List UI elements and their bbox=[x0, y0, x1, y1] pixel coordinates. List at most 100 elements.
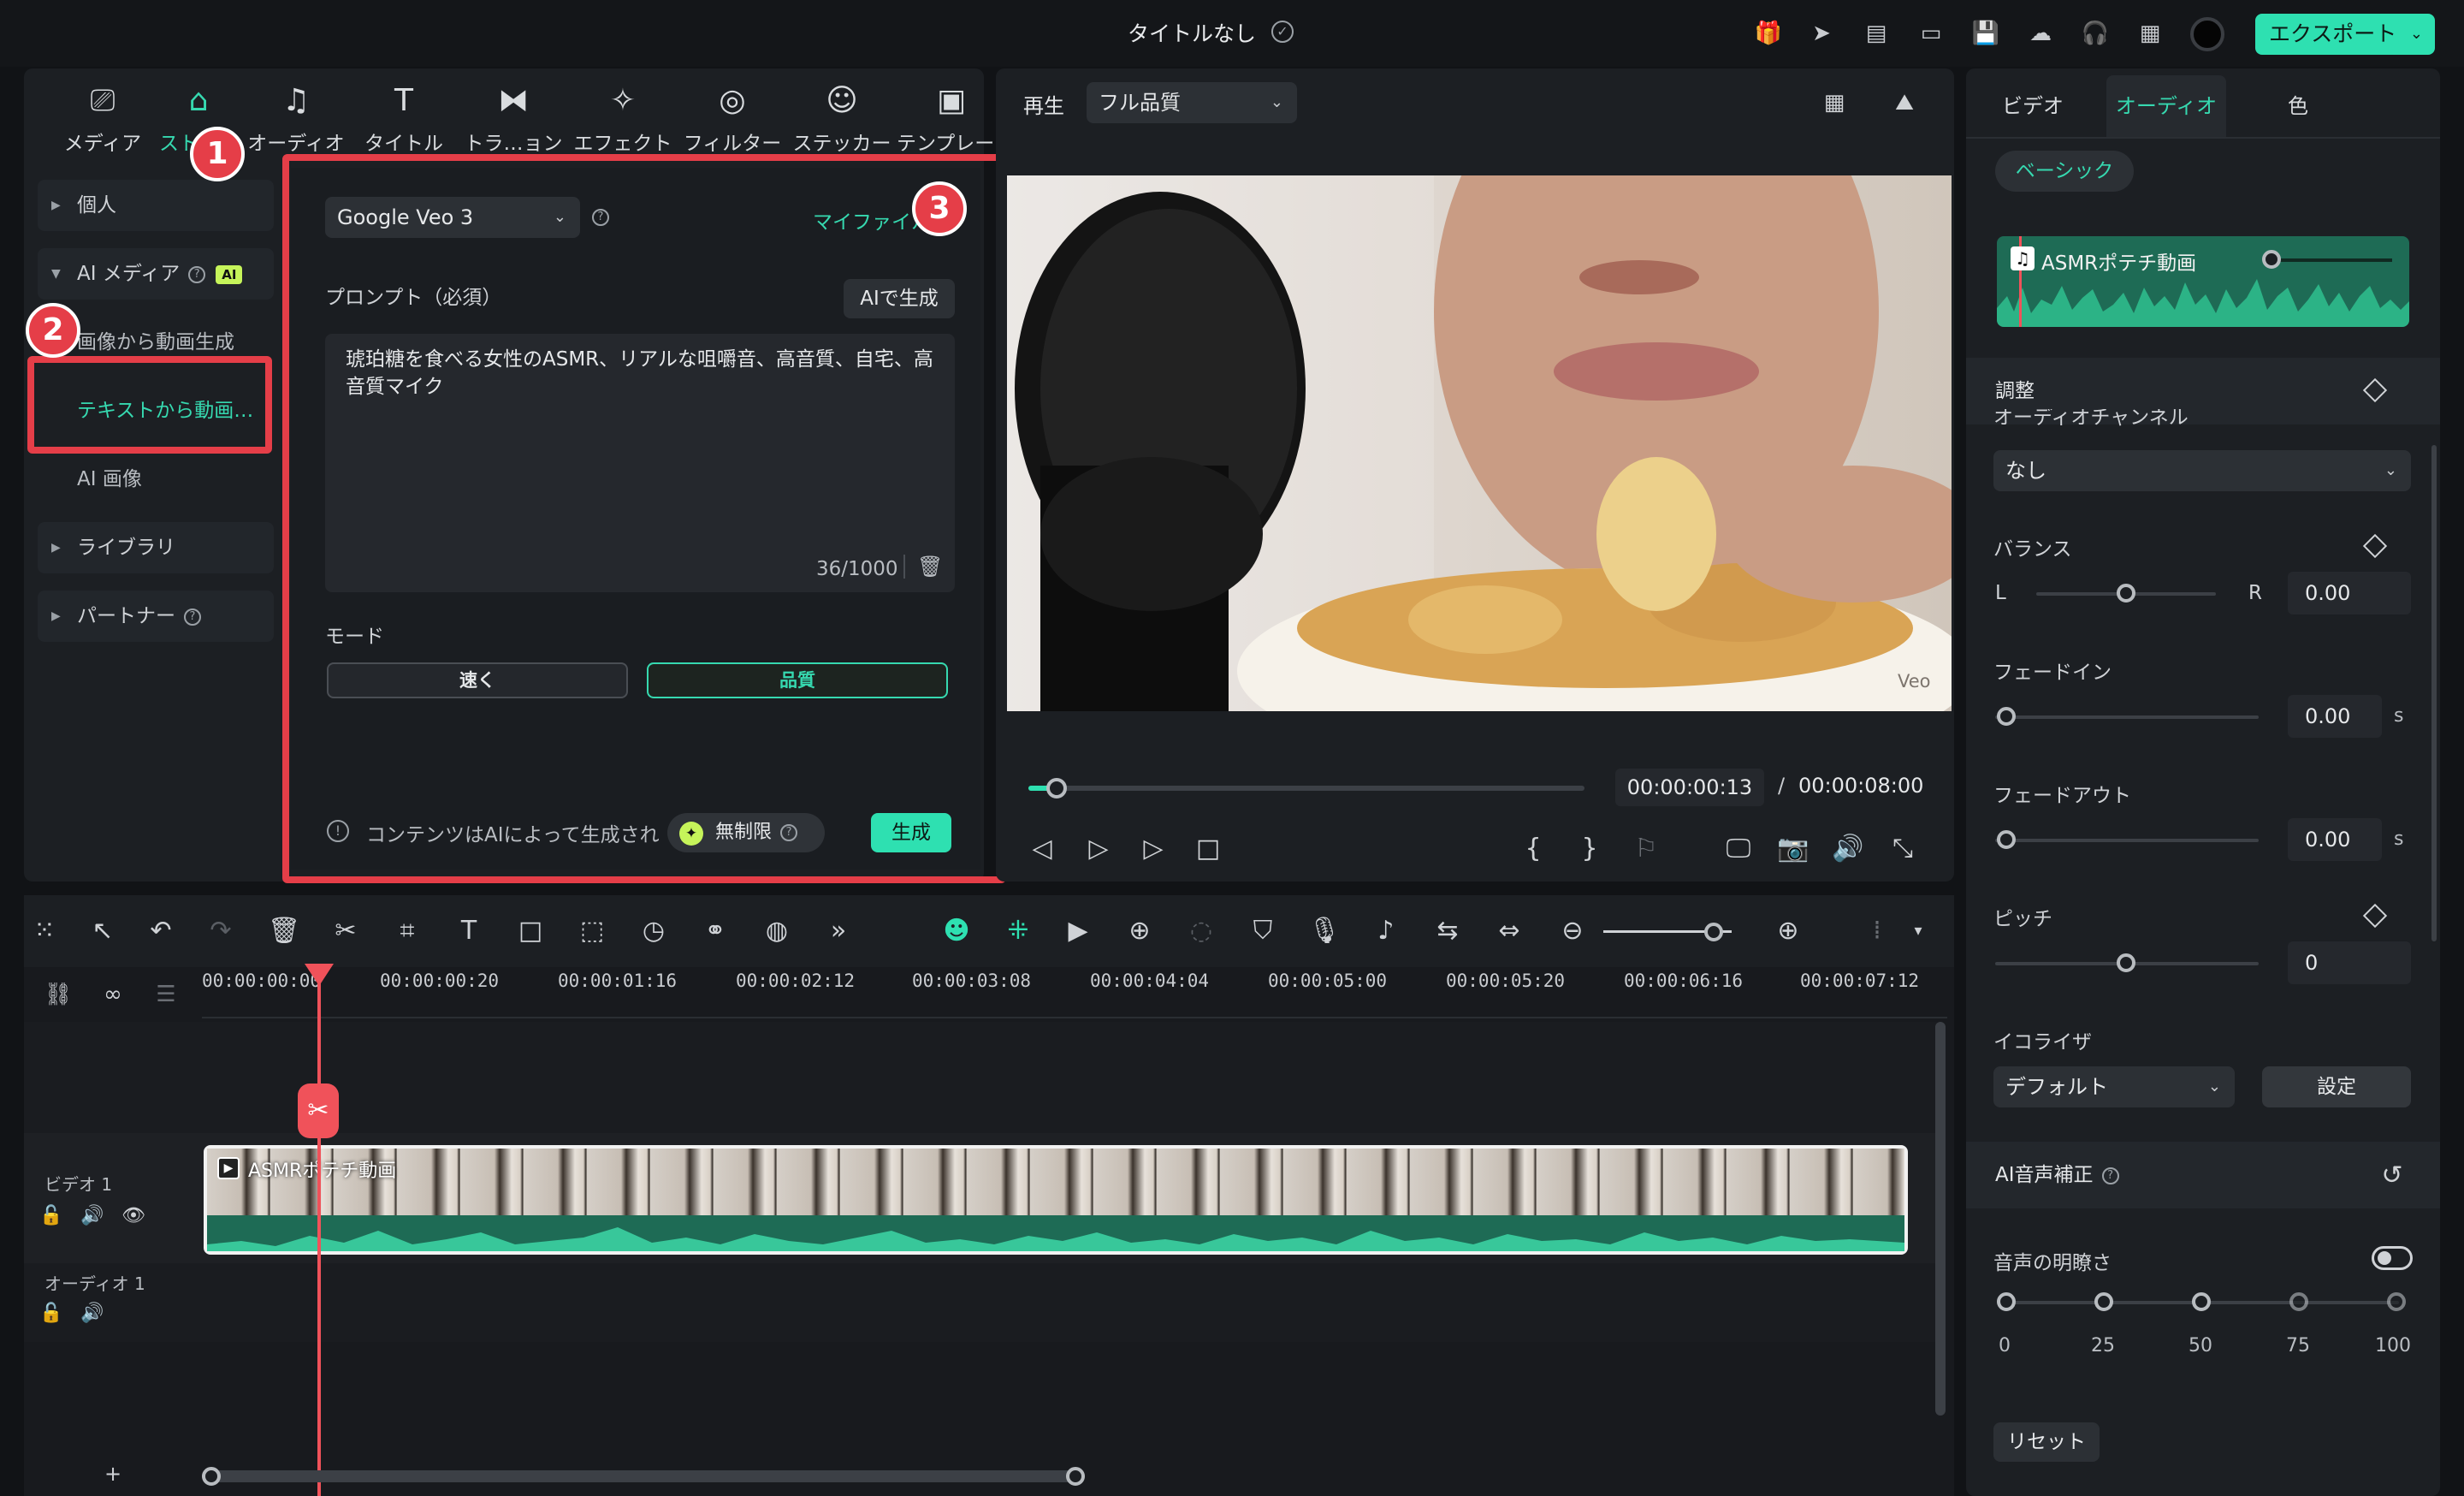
track-manage-icon[interactable]: ☰ bbox=[149, 977, 183, 1012]
help-icon[interactable]: ? bbox=[188, 265, 206, 283]
color-icon[interactable]: ⚭ bbox=[698, 914, 732, 948]
delete-icon[interactable]: 🗑 bbox=[267, 914, 301, 948]
mark-out-icon[interactable]: } bbox=[1571, 830, 1608, 868]
redo-icon[interactable]: ↷ bbox=[204, 914, 238, 948]
eye-icon[interactable]: 👁 bbox=[121, 1205, 145, 1226]
link-off-icon[interactable]: ⛓ bbox=[41, 977, 75, 1012]
fullscreen-icon[interactable]: ⤡ bbox=[1884, 830, 1922, 868]
clarity-stop-75[interactable] bbox=[2289, 1292, 2308, 1311]
avatar[interactable] bbox=[2190, 17, 2224, 51]
volume-slider-knob[interactable] bbox=[2262, 250, 2281, 269]
hscroll-start-handle[interactable] bbox=[202, 1467, 221, 1486]
fade-out-slider-knob[interactable] bbox=[1997, 830, 2016, 849]
clarity-toggle[interactable] bbox=[2372, 1246, 2413, 1270]
fit-icon[interactable]: ⇔ bbox=[1492, 914, 1526, 948]
text-icon[interactable]: T bbox=[452, 914, 486, 948]
zoom-in-icon[interactable]: ⊕ bbox=[1771, 914, 1805, 948]
microphone-icon[interactable]: 🎙 bbox=[1307, 914, 1342, 948]
trash-icon[interactable]: 🗑 bbox=[917, 555, 943, 579]
help-icon[interactable]: ? bbox=[184, 608, 201, 626]
playhead-scissors-icon[interactable]: ✂ bbox=[298, 1083, 339, 1138]
sidebar-item-ai-image[interactable]: AI 画像 bbox=[38, 454, 274, 505]
export-button[interactable]: エクスポート ⌄ bbox=[2255, 14, 2435, 55]
tab-color[interactable]: 色 bbox=[2242, 75, 2354, 137]
tab-audio-props[interactable]: オーディオ bbox=[2106, 75, 2226, 137]
pitch-slider-knob[interactable] bbox=[2117, 953, 2135, 972]
speaker-icon[interactable]: 🔊 bbox=[80, 1205, 104, 1226]
cloud-icon[interactable]: ☁ bbox=[2026, 19, 2055, 48]
crop-icon[interactable]: ⌗ bbox=[390, 914, 424, 948]
send-icon[interactable]: ➤ bbox=[1807, 19, 1836, 48]
display-icon[interactable]: 🖵 bbox=[1720, 830, 1757, 868]
basic-tab[interactable]: ベーシック bbox=[1995, 151, 2134, 192]
fade-in-slider-track[interactable] bbox=[1995, 715, 2259, 719]
next-frame-icon[interactable]: ▷ bbox=[1080, 830, 1117, 868]
audio-mix-icon[interactable]: ♪ bbox=[1369, 914, 1403, 948]
tab-filters[interactable]: ◎ フィルター bbox=[678, 72, 787, 159]
reset-button[interactable]: リセット bbox=[1993, 1422, 2100, 1462]
volume-icon[interactable]: 🔊 bbox=[1829, 830, 1867, 868]
track-layout-icon[interactable]: ⁞ bbox=[1860, 914, 1894, 948]
image-icon[interactable]: ⛰ bbox=[1886, 84, 1923, 122]
tab-stickers[interactable]: ☺ ステッカー bbox=[787, 72, 897, 159]
fade-out-slider-track[interactable] bbox=[1995, 839, 2259, 842]
fade-in-slider-knob[interactable] bbox=[1997, 707, 2016, 726]
cut-icon[interactable]: ✂ bbox=[329, 914, 363, 948]
mask-icon[interactable]: ⬚ bbox=[575, 914, 609, 948]
help-icon[interactable]: ? bbox=[2101, 1167, 2119, 1184]
reset-icon[interactable]: ↺ bbox=[2373, 1157, 2411, 1195]
tab-templates[interactable]: ▣ テンプレート bbox=[897, 72, 1014, 159]
fade-in-value-input[interactable]: 0.00 bbox=[2288, 695, 2382, 738]
pitch-value-input[interactable]: 0 bbox=[2288, 941, 2411, 984]
mode-fast-button[interactable]: 速く bbox=[327, 662, 628, 698]
link-icon[interactable]: ∞ bbox=[96, 977, 130, 1012]
zoom-out-icon[interactable]: ⊖ bbox=[1555, 914, 1590, 948]
save-icon[interactable]: 💾 bbox=[1971, 19, 2000, 48]
shield-icon[interactable]: ⛉ bbox=[1246, 914, 1280, 948]
snap-icon[interactable]: ⁜ bbox=[1001, 914, 1035, 948]
sidebar-item-library[interactable]: ▶ ライブラリ bbox=[38, 522, 274, 573]
stop-icon[interactable]: □ bbox=[1189, 830, 1227, 868]
prev-frame-icon[interactable]: ◁ bbox=[1023, 830, 1061, 868]
ai-generate-prompt-button[interactable]: AIで生成 bbox=[844, 279, 955, 318]
clarity-stop-25[interactable] bbox=[2094, 1292, 2113, 1311]
tab-video[interactable]: ビデオ bbox=[1976, 75, 2089, 137]
generate-button[interactable]: 生成 bbox=[871, 813, 951, 852]
model-select[interactable]: Google Veo 3 ⌄ bbox=[325, 197, 580, 238]
add-track-button[interactable]: + bbox=[104, 1462, 121, 1486]
ai-voice-section-header[interactable]: AI音声補正? bbox=[1966, 1142, 2440, 1208]
ai-assistant-icon[interactable]: ☻ bbox=[939, 914, 974, 948]
sidebar-item-partner[interactable]: ▶ パートナー? bbox=[38, 591, 274, 642]
ai-tools-icon[interactable]: ◍ bbox=[760, 914, 794, 948]
quality-select[interactable]: フル品質 ⌄ bbox=[1087, 82, 1297, 123]
tab-titles[interactable]: T タイトル bbox=[349, 72, 459, 159]
clarity-stop-100[interactable] bbox=[2387, 1292, 2406, 1311]
tab-transitions[interactable]: ⧓ トラ…ョン bbox=[459, 72, 568, 159]
add-media-icon[interactable]: ⊕ bbox=[1122, 914, 1157, 948]
layout-grid-icon[interactable]: ⁙ bbox=[27, 914, 62, 948]
undo-icon[interactable]: ↶ bbox=[144, 914, 178, 948]
replace-icon[interactable]: ⇆ bbox=[1430, 914, 1465, 948]
mark-in-icon[interactable]: { bbox=[1514, 830, 1552, 868]
timeline-hscroll[interactable] bbox=[202, 1470, 1085, 1482]
playback-progress-knob[interactable] bbox=[1045, 778, 1067, 798]
apps-grid-icon[interactable]: ▦ bbox=[2135, 19, 2165, 48]
equalizer-select[interactable]: デフォルト ⌄ bbox=[1993, 1066, 2235, 1107]
video-preview[interactable]: Veo bbox=[1006, 175, 1952, 712]
lock-icon[interactable]: 🔓 bbox=[39, 1205, 62, 1226]
balance-slider-knob[interactable] bbox=[2117, 584, 2135, 603]
tab-media[interactable]: ⎚ メディア bbox=[48, 72, 157, 159]
playhead[interactable] bbox=[317, 965, 321, 1496]
zoom-slider-knob[interactable] bbox=[1704, 923, 1723, 941]
support-headset-icon[interactable]: 🎧 bbox=[2081, 19, 2110, 48]
sidebar-item-personal[interactable]: ▶ 個人 bbox=[38, 180, 274, 231]
sidebar-item-ai-media[interactable]: ▼ AI メディア? AI bbox=[38, 248, 274, 300]
audio-channel-select[interactable]: なし ⌄ bbox=[1993, 450, 2411, 491]
grid-view-icon[interactable]: ▦ bbox=[1815, 84, 1853, 122]
balance-value-input[interactable]: 0.00 bbox=[2288, 572, 2411, 614]
clarity-stop-50[interactable] bbox=[2192, 1292, 2211, 1311]
tab-audio[interactable]: ♫ オーディオ bbox=[241, 72, 351, 159]
gift-icon[interactable]: 🎁 bbox=[1754, 19, 1783, 48]
layout-icon[interactable]: ▭ bbox=[1916, 19, 1946, 48]
select-pointer-icon[interactable]: ↖ bbox=[86, 914, 120, 948]
